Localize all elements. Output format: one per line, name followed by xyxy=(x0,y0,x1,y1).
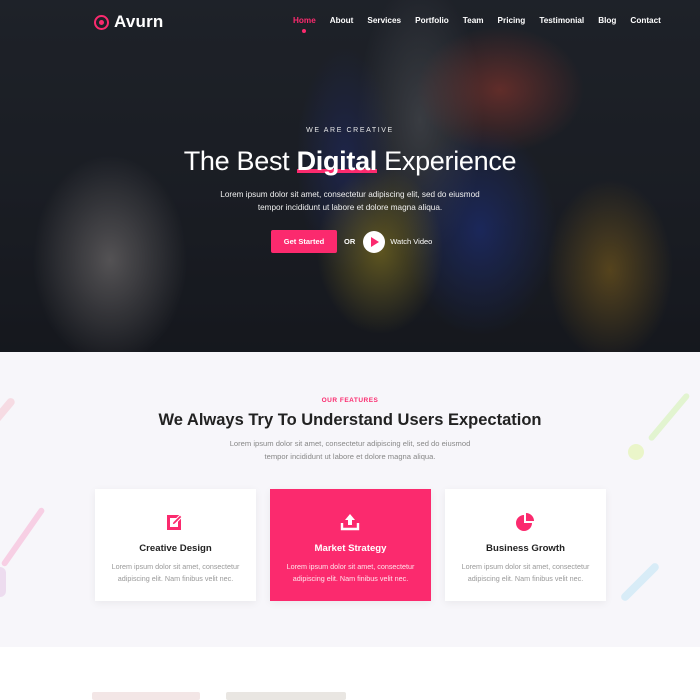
nav-item-testimonial[interactable]: Testimonial xyxy=(539,16,584,25)
feature-card-text: Lorem ipsum dolor sit amet, consectetur … xyxy=(286,562,415,583)
nav-item-team[interactable]: Team xyxy=(463,16,484,25)
play-icon[interactable] xyxy=(363,230,386,253)
main-menu: Home About Services Portfolio Team Prici… xyxy=(293,16,675,33)
feature-card-market-strategy[interactable]: Market Strategy Lorem ipsum dolor sit am… xyxy=(270,489,431,601)
decorative-shape xyxy=(0,567,6,597)
hero-section: Avurn Home About Services Portfolio Team… xyxy=(0,0,700,352)
features-title-pre: We Always Try To xyxy=(158,411,302,429)
features-title-post: Users Expectation xyxy=(392,411,542,429)
hero-description: Lorem ipsum dolor sit amet, consectetur … xyxy=(220,190,480,212)
feature-card-text: Lorem ipsum dolor sit amet, consectetur … xyxy=(111,562,240,583)
nav-item-portfolio[interactable]: Portfolio xyxy=(415,16,449,25)
upload-icon xyxy=(340,514,360,531)
hero-title-post: Experience xyxy=(376,146,517,176)
features-title: We Always Try To Understand Users Expect… xyxy=(0,411,700,430)
gallery-thumbnail xyxy=(226,692,346,700)
features-description: Lorem ipsum dolor sit amet, consectetur … xyxy=(229,439,471,461)
logo-text: Avurn xyxy=(114,12,164,31)
nav-item-about[interactable]: About xyxy=(330,16,354,25)
edit-icon xyxy=(167,514,183,530)
watch-video-link[interactable]: Watch Video xyxy=(390,237,432,246)
logo[interactable]: Avurn xyxy=(94,12,164,32)
feature-card-title: Creative Design xyxy=(139,543,212,554)
hero-eyebrow: WE ARE CREATIVE xyxy=(306,127,394,134)
or-separator: OR xyxy=(344,237,356,246)
top-navigation: Avurn Home About Services Portfolio Team… xyxy=(0,0,700,44)
next-section xyxy=(0,647,700,700)
feature-card-title: Business Growth xyxy=(486,543,565,554)
nav-item-pricing[interactable]: Pricing xyxy=(498,16,526,25)
decorative-shape xyxy=(628,444,644,460)
nav-item-home[interactable]: Home xyxy=(293,16,316,33)
feature-card-title: Market Strategy xyxy=(314,543,387,554)
hero-title: The Best Digital Experience xyxy=(0,146,700,177)
features-section: OUR FEATURES We Always Try To Understand… xyxy=(0,352,700,647)
feature-card-creative-design[interactable]: Creative Design Lorem ipsum dolor sit am… xyxy=(95,489,256,601)
nav-item-blog[interactable]: Blog xyxy=(598,16,616,25)
hero-title-highlight: Digital xyxy=(296,146,378,176)
features-title-highlight: Understand xyxy=(301,411,393,429)
gallery-thumbnail xyxy=(92,692,200,700)
feature-card-business-growth[interactable]: Business Growth Lorem ipsum dolor sit am… xyxy=(445,489,606,601)
get-started-button[interactable]: Get Started xyxy=(271,230,337,253)
nav-item-services[interactable]: Services xyxy=(367,16,401,25)
hero-actions: Get Started OR Watch Video xyxy=(271,230,432,253)
decorative-shape xyxy=(619,561,661,603)
feature-card-text: Lorem ipsum dolor sit amet, consectetur … xyxy=(461,562,590,583)
hero-title-pre: The Best xyxy=(183,146,297,176)
circle-target-icon xyxy=(94,14,109,30)
nav-item-contact[interactable]: Contact xyxy=(630,16,660,25)
decorative-shape xyxy=(0,506,46,568)
pie-chart-icon xyxy=(516,513,534,531)
features-eyebrow: OUR FEATURES xyxy=(321,397,379,404)
